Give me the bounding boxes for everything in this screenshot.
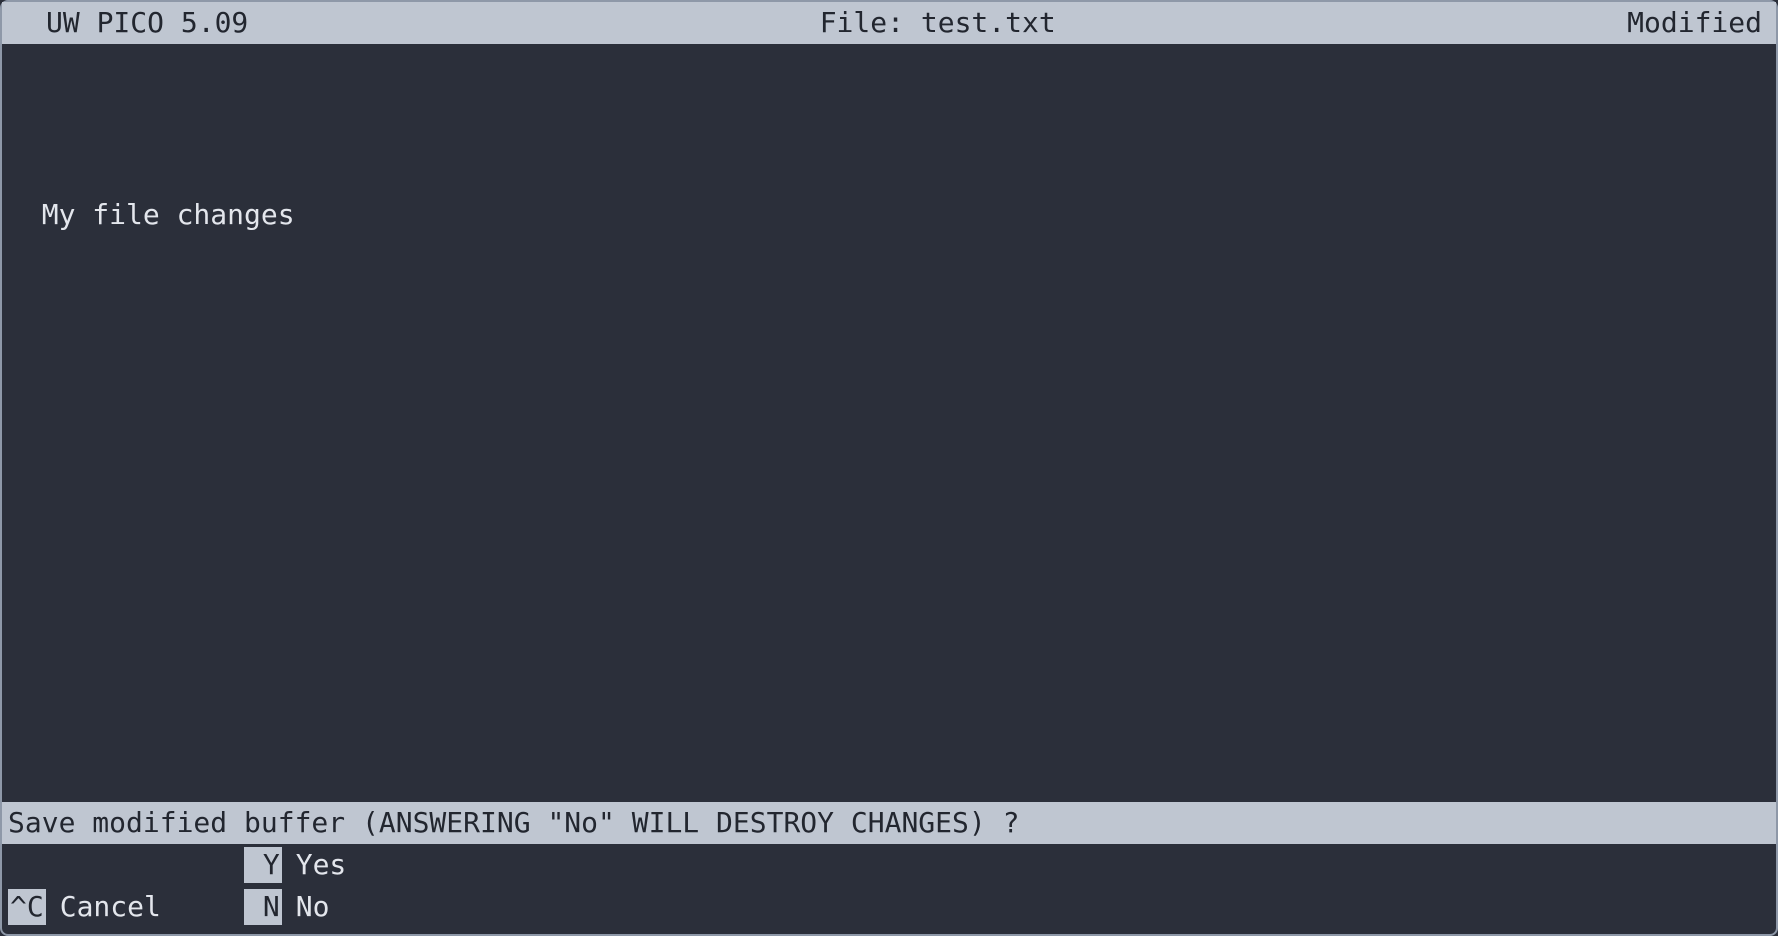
option-cancel[interactable]: ^C Cancel bbox=[8, 889, 244, 925]
option-yes[interactable]: Y Yes bbox=[244, 847, 346, 883]
option-row-1: Y Yes bbox=[8, 844, 1770, 886]
key-y: Y bbox=[244, 847, 282, 883]
app-name: UW PICO 5.09 bbox=[10, 5, 248, 41]
editor-buffer[interactable]: My file changes bbox=[2, 44, 1776, 802]
option-row-2: ^C Cancel N No bbox=[8, 886, 1770, 928]
key-n: N bbox=[244, 889, 282, 925]
save-prompt-text: Save modified buffer (ANSWERING "No" WIL… bbox=[8, 805, 1019, 841]
label-no: No bbox=[282, 889, 330, 925]
modified-status: Modified bbox=[1627, 5, 1768, 41]
title-bar: UW PICO 5.09 File: test.txt Modified bbox=[2, 2, 1776, 44]
label-yes: Yes bbox=[282, 847, 347, 883]
label-cancel: Cancel bbox=[46, 889, 161, 925]
file-name: File: test.txt bbox=[248, 5, 1627, 41]
save-prompt: Save modified buffer (ANSWERING "No" WIL… bbox=[2, 802, 1776, 844]
option-no[interactable]: N No bbox=[244, 889, 329, 925]
key-ctrl-c: ^C bbox=[8, 889, 46, 925]
editor-content: My file changes bbox=[42, 198, 295, 231]
prompt-options: Y Yes ^C Cancel N No bbox=[2, 844, 1776, 934]
